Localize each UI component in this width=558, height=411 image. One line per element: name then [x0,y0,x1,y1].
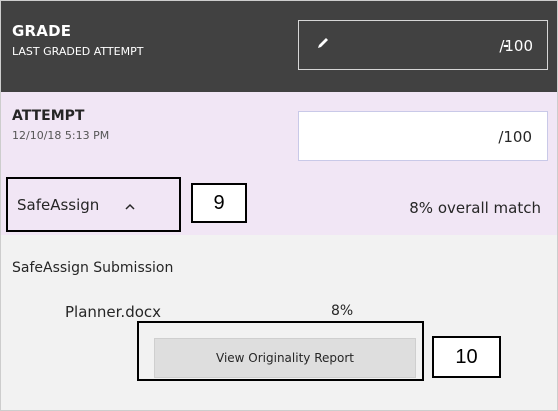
callout-10: 10 [432,336,501,378]
safeassign-submission-heading: SafeAssign Submission [12,260,174,276]
grade-subtitle: LAST GRADED ATTEMPT [12,45,144,58]
view-originality-report-button[interactable]: View Originality Report [154,338,416,378]
attempt-date: 12/10/18 5:13 PM [12,129,110,142]
safeassign-toggle[interactable]: SafeAssign [6,177,181,232]
file-name[interactable]: Planner.docx [65,303,161,321]
grading-panel: GRADE LAST GRADED ATTEMPT - /100 ATTEMPT… [0,0,558,411]
callout-9: 9 [191,183,247,223]
grade-denominator: /100 [499,37,533,55]
attempt-denominator: /100 [498,128,532,146]
file-match-percent: 8% [331,303,354,319]
grade-input[interactable]: - /100 [298,20,548,70]
chevron-up-icon [125,203,135,210]
safeassign-section: SafeAssign Submission Planner.docx 8% Vi… [1,235,557,410]
attempt-grade-input[interactable]: /100 [298,111,548,161]
safeassign-toggle-label: SafeAssign [17,196,100,214]
pencil-icon[interactable] [316,36,330,50]
attempt-title: ATTEMPT [12,108,85,124]
safeassign-row: SafeAssign 9 8% overall match [1,177,557,235]
grade-header: GRADE LAST GRADED ATTEMPT - /100 [1,1,557,92]
attempt-row: ATTEMPT 12/10/18 5:13 PM /100 [1,92,557,177]
overall-match: 8% overall match [409,199,541,217]
grade-title: GRADE [12,22,72,40]
